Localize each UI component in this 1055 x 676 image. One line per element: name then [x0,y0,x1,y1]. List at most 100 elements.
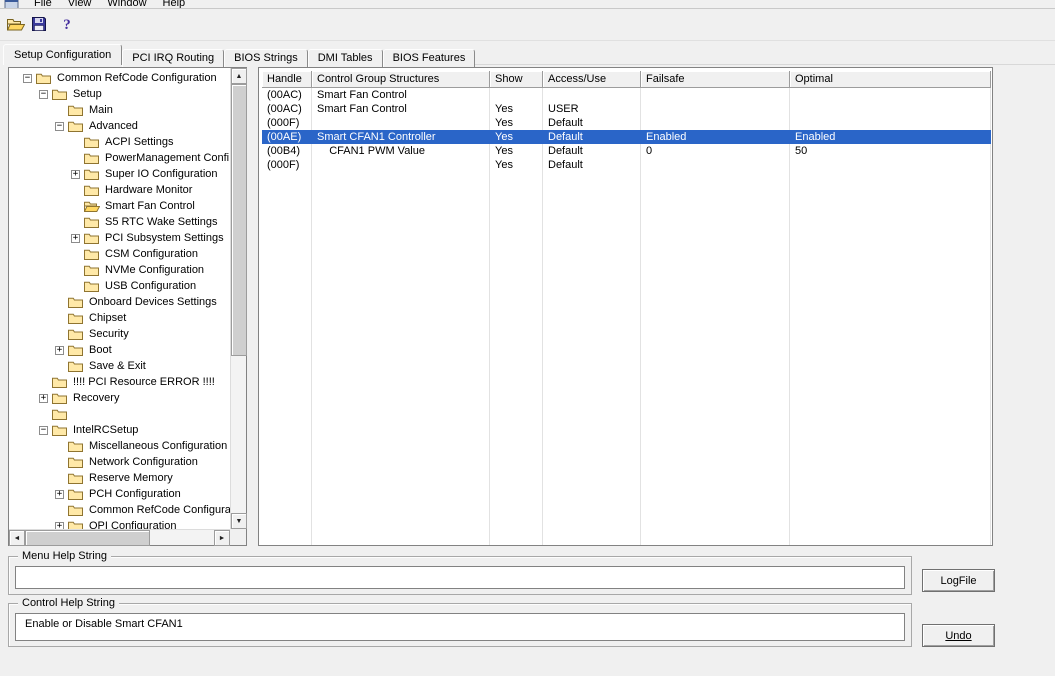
tree-expand-icon[interactable]: + [71,169,80,179]
tree-item-usb-configuration[interactable]: USB Configuration [9,278,230,294]
tree-collapse-icon[interactable]: − [23,73,32,83]
menu-help[interactable]: Help [155,0,194,8]
scroll-down-button[interactable]: ▼ [231,513,247,529]
table-cell [641,88,790,102]
tree-item-miscellaneous-configuration[interactable]: Miscellaneous Configuration [9,438,230,454]
column-header-handle[interactable]: Handle [262,71,312,88]
tree-item-acpi-settings[interactable]: ACPI Settings [9,134,230,150]
tree-expand-icon[interactable]: + [55,489,64,499]
folder-icon [36,72,52,84]
tab-dmi-tables[interactable]: DMI Tables [307,49,383,67]
table-cell [641,116,790,130]
tab-bios-strings[interactable]: BIOS Strings [224,49,308,67]
tree-item-csm-configuration[interactable]: CSM Configuration [9,246,230,262]
scroll-up-icon: ▲ [235,72,243,80]
tree-item-label: Boot [89,344,112,356]
tab-pci-irq-routing[interactable]: PCI IRQ Routing [122,49,225,67]
tree-expand-icon[interactable]: + [55,521,64,529]
help-button[interactable]: ? [56,14,78,36]
column-header-optimal[interactable]: Optimal [790,71,991,88]
table-cell: Yes [495,103,513,115]
tab-bios-features[interactable]: BIOS Features [382,49,476,67]
tree-item-super-io-configuration[interactable]: + Super IO Configuration [9,166,230,182]
tree-item-powermanagement-confi[interactable]: PowerManagement Confi [9,150,230,166]
tree-expand-icon[interactable]: + [55,345,64,355]
tree-collapse-icon[interactable]: − [55,121,64,131]
folder-icon [84,264,100,276]
scrollbar-corner [230,529,246,545]
vertical-scroll-thumb[interactable] [231,84,247,356]
save-button[interactable] [28,14,50,36]
tree-vertical-scrollbar[interactable]: ▲ ▼ [230,68,247,529]
tree-item-hardware-monitor[interactable]: Hardware Monitor [9,182,230,198]
table-cell: Enabled [646,131,687,143]
table-cell: CFAN1 PWM Value [317,145,425,157]
tree-item-recovery[interactable]: + Recovery [9,390,230,406]
tab-setup-configuration[interactable]: Setup Configuration [3,44,123,65]
tree-item-unnamed[interactable] [9,406,230,422]
table-row[interactable]: (00B4) CFAN1 PWM Value Yes Default 0 50 [262,144,991,158]
folder-icon [52,376,68,388]
tree-item-chipset[interactable]: Chipset [9,310,230,326]
tree-item-intelrcsetup[interactable]: − IntelRCSetup [9,422,230,438]
column-header-failsafe[interactable]: Failsafe [641,71,790,88]
tree-item-setup[interactable]: − Setup [9,86,230,102]
folder-icon [68,520,84,529]
tree-item-reserve-memory[interactable]: Reserve Memory [9,470,230,486]
tree-item-pch-configuration[interactable]: + PCH Configuration [9,486,230,502]
undo-button[interactable]: Undo [922,624,995,647]
tree-collapse-icon[interactable]: − [39,425,48,435]
table-row[interactable]: (00AC) Smart Fan Control [262,88,991,102]
folder-icon [68,360,84,372]
tree-horizontal-scrollbar[interactable]: ◄ ► [9,529,230,546]
save-icon [31,16,47,35]
tree-expand-icon[interactable]: + [39,393,48,403]
tree-item-pci-subsystem-settings[interactable]: + PCI Subsystem Settings [9,230,230,246]
menu-window[interactable]: Window [99,0,154,8]
tree-item-advanced[interactable]: − Advanced [9,118,230,134]
tree-item-smart-fan-control[interactable]: Smart Fan Control [9,198,230,214]
table-cell: Smart Fan Control [317,103,407,115]
tree-item-qpi-configuration[interactable]: + QPI Configuration [9,518,230,529]
horizontal-scroll-thumb[interactable] [25,530,150,546]
table-cell: (00B4) [267,145,301,157]
logfile-button[interactable]: LogFile [922,569,995,592]
tree-item-s5-rtc-wake-settings[interactable]: S5 RTC Wake Settings [9,214,230,230]
tree-item-onboard-devices-settings[interactable]: Onboard Devices Settings [9,294,230,310]
table-row[interactable]: (000F) Yes Default [262,158,991,172]
table-row[interactable]: (00AC) Smart Fan Control Yes USER [262,102,991,116]
menu-view[interactable]: View [60,0,100,8]
column-header-control-group-structures[interactable]: Control Group Structures [312,71,490,88]
table-cell: Yes [495,145,513,157]
table-row[interactable]: (000F) Yes Default [262,116,991,130]
tree-item-label: Super IO Configuration [105,168,218,180]
menu-file[interactable]: File [26,0,60,8]
tree-item-label: Miscellaneous Configuration [89,440,228,452]
column-header-access-use[interactable]: Access/Use [543,71,641,88]
folder-icon [52,88,68,100]
app-icon[interactable] [4,0,20,8]
tree-item-boot[interactable]: + Boot [9,342,230,358]
tree-item-common-refcode-configuration[interactable]: − Common RefCode Configuration [9,70,230,86]
tree-item-common-refcode-configurati[interactable]: Common RefCode Configurati [9,502,230,518]
scroll-right-button[interactable]: ► [214,530,230,546]
tree-item-security[interactable]: Security [9,326,230,342]
tab-strip: Setup Configuration PCI IRQ Routing BIOS S… [3,44,1055,67]
menu-help-title: Menu Help String [18,550,111,562]
table-cell [641,158,790,172]
tree-collapse-icon[interactable]: − [39,89,48,99]
menu-help-text [15,566,905,589]
table-row[interactable]: (00AE) Smart CFAN1 Controller Yes Default En… [262,130,991,144]
tree-item-main[interactable]: Main [9,102,230,118]
tree-item-label: Common RefCode Configurati [89,504,230,516]
tree-item-pci-resource-error[interactable]: !!!! PCI Resource ERROR !!!! [9,374,230,390]
scroll-up-button[interactable]: ▲ [231,68,247,84]
config-tree: − Common RefCode Configuration − Setup Main −… [9,68,230,529]
tree-item-nvme-configuration[interactable]: NVMe Configuration [9,262,230,278]
scroll-left-button[interactable]: ◄ [9,530,25,546]
tree-item-save-exit[interactable]: Save & Exit [9,358,230,374]
tree-item-network-configuration[interactable]: Network Configuration [9,454,230,470]
tree-expand-icon[interactable]: + [71,233,80,243]
open-file-button[interactable] [5,14,27,36]
column-header-show[interactable]: Show [490,71,543,88]
